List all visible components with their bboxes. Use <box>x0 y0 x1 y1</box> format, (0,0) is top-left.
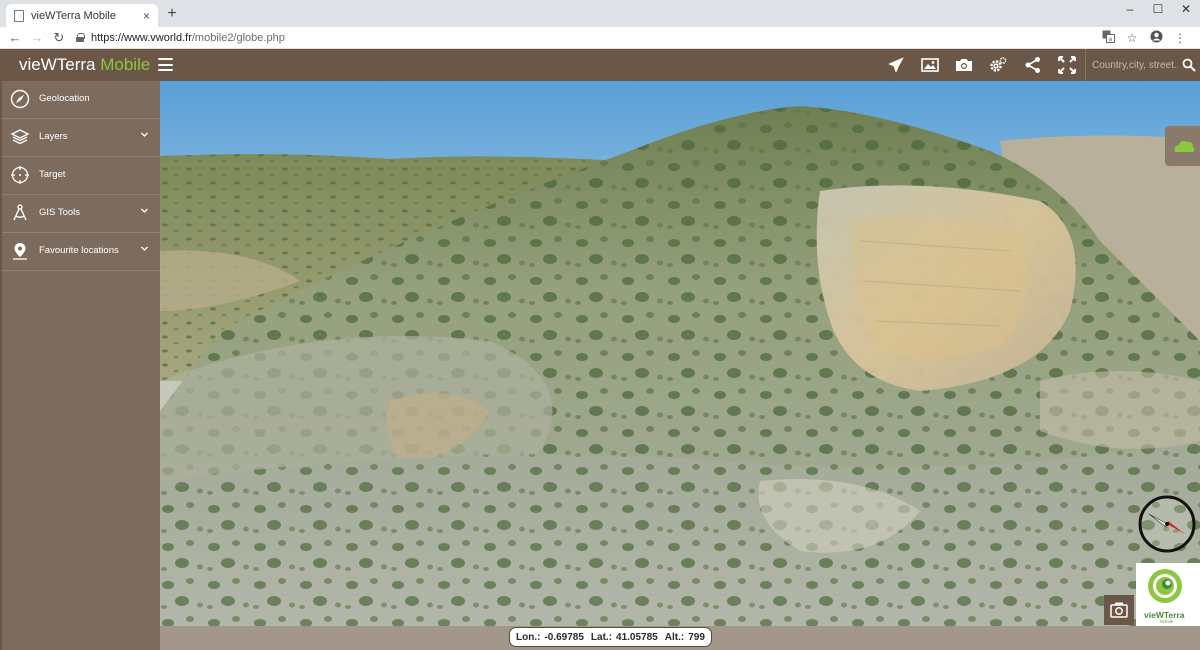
sidebar-item-geolocation[interactable]: Geolocation <box>2 81 160 119</box>
logo-globe-icon <box>1148 569 1182 603</box>
search-box <box>1085 49 1200 81</box>
viewterra-logo[interactable]: vieWTerra Mobile <box>1136 563 1200 626</box>
forward-button[interactable]: → <box>26 30 48 45</box>
address-bar: ← → ↻ https://www.vworld.fr/mobile2/glob… <box>0 27 1200 49</box>
maximize-button[interactable]: ☐ <box>1144 0 1172 20</box>
translate-icon[interactable]: a <box>1096 30 1120 46</box>
brand-title: vieWTerra Mobile <box>19 55 150 75</box>
bookmark-star-icon[interactable]: ☆ <box>1120 31 1144 45</box>
svg-text:a: a <box>1108 36 1112 43</box>
brand-main: vieWTerra <box>19 55 101 74</box>
tab-title: vieWTerra Mobile <box>31 9 116 22</box>
map-pin-icon <box>13 243 27 260</box>
crosshair-icon <box>11 166 29 184</box>
airplane-icon[interactable] <box>887 56 905 74</box>
sidebar-item-target[interactable]: Target <box>2 157 160 195</box>
lon-label: Lon.: <box>516 631 541 643</box>
share-icon[interactable] <box>1024 56 1042 74</box>
app-header: vieWTerra Mobile <box>0 49 1200 81</box>
coordinates-readout: Lon.: -0.69785 Lat.: 41.05785 Alt.: 799 <box>509 627 712 647</box>
settings-icon[interactable] <box>989 56 1007 74</box>
alt-label: Alt.: <box>664 631 685 643</box>
logo-sub: Mobile <box>1160 619 1174 624</box>
tab-close-icon[interactable]: × <box>143 9 150 23</box>
sidebar-item-label: Layers <box>39 131 68 142</box>
url-field[interactable]: https://www.vworld.fr/mobile2/globe.php <box>76 28 1096 48</box>
search-icon[interactable] <box>1182 58 1196 72</box>
hamburger-menu-icon[interactable] <box>158 58 173 71</box>
alt-value: 799 <box>688 631 705 643</box>
sidebar-item-label: GIS Tools <box>39 207 81 218</box>
url-domain: https://www.vworld.fr <box>91 31 192 44</box>
page-icon <box>14 9 24 22</box>
chevron-down-icon <box>141 132 148 137</box>
compass-rose-icon[interactable] <box>1137 494 1197 554</box>
compass-icon <box>10 89 30 109</box>
layers-icon <box>10 129 30 145</box>
new-tab-button[interactable]: + <box>164 5 180 23</box>
camera-icon[interactable] <box>955 56 973 74</box>
browser-tab-strip: vieWTerra Mobile × + – ☐ ✕ <box>0 0 1200 27</box>
compass-tool-icon <box>13 204 27 221</box>
sidebar-item-layers[interactable]: Layers <box>2 119 160 157</box>
reload-button[interactable]: ↻ <box>48 30 70 46</box>
sidebar: Geolocation Layers Target GIS Tools Favo… <box>0 81 160 650</box>
sidebar-item-label: Favourite locations <box>39 245 119 256</box>
minimize-button[interactable]: – <box>1116 0 1144 20</box>
profile-icon[interactable] <box>1144 30 1168 46</box>
search-input[interactable] <box>1092 57 1178 73</box>
menu-kebab-icon[interactable]: ⋮ <box>1168 31 1192 45</box>
layer-toggle-tab[interactable] <box>1165 126 1200 166</box>
lon-value: -0.69785 <box>544 631 584 643</box>
close-window-button[interactable]: ✕ <box>1172 0 1200 20</box>
chevron-down-icon <box>141 208 148 213</box>
photo-camera-icon <box>1110 602 1128 618</box>
window-controls: – ☐ ✕ <box>1116 0 1200 20</box>
lat-label: Lat.: <box>590 631 613 643</box>
brand-accent: Mobile <box>100 55 151 74</box>
cloud-icon <box>1174 141 1195 152</box>
sidebar-item-label: Geolocation <box>39 93 90 104</box>
chevron-down-icon <box>141 246 148 251</box>
terrain-scene <box>160 81 1200 626</box>
sidebar-item-label: Target <box>39 169 66 180</box>
browser-tab[interactable]: vieWTerra Mobile × <box>6 4 158 27</box>
terrain-viewport[interactable] <box>160 81 1200 626</box>
sidebar-item-favourite-locations[interactable]: Favourite locations <box>2 233 160 271</box>
fullscreen-icon[interactable] <box>1058 56 1076 74</box>
back-button[interactable]: ← <box>4 30 26 45</box>
image-icon[interactable] <box>921 56 939 74</box>
screenshot-button[interactable] <box>1104 595 1134 625</box>
sidebar-item-gis-tools[interactable]: GIS Tools <box>2 195 160 233</box>
lock-icon <box>76 33 85 42</box>
url-path: /mobile2/globe.php <box>191 31 285 44</box>
lat-value: 41.05785 <box>616 631 658 643</box>
